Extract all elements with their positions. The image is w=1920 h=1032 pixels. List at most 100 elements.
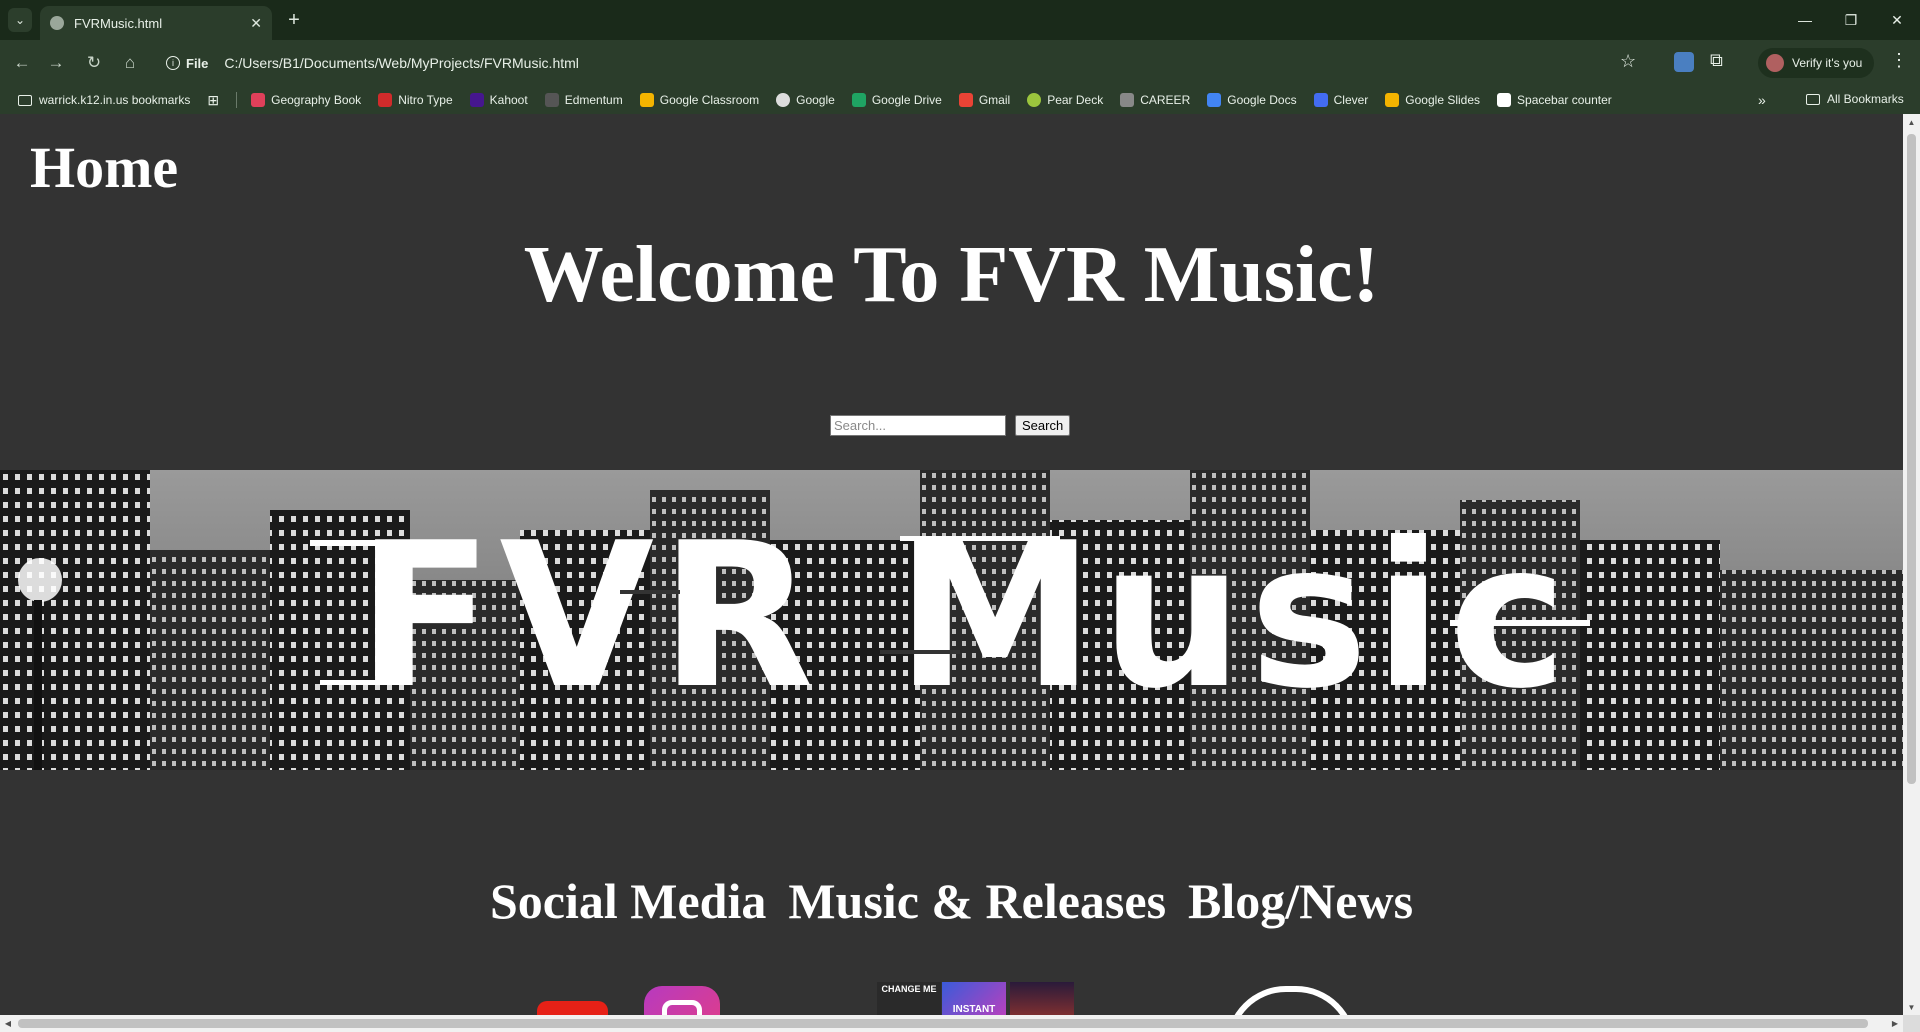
- bookmark-label: Nitro Type: [398, 93, 453, 107]
- vertical-scroll-thumb[interactable]: [1907, 134, 1916, 784]
- bookmark-label: Geography Book: [271, 93, 362, 107]
- browser-tab[interactable]: FVRMusic.html ✕: [40, 6, 272, 40]
- album-cover-third[interactable]: [1010, 982, 1074, 1015]
- bookmark-pear-deck[interactable]: Pear Deck: [1027, 93, 1103, 107]
- scroll-up-icon[interactable]: ▲: [1903, 114, 1920, 130]
- bookmark-gmail[interactable]: Gmail: [958, 93, 1011, 107]
- search-input[interactable]: [830, 415, 1006, 436]
- bookmark-label: Google Classroom: [659, 93, 760, 107]
- apps-grid-icon[interactable]: ⊞: [207, 92, 219, 109]
- bookmark-google-slides[interactable]: Google Slides: [1385, 93, 1480, 107]
- url-scheme: File: [186, 55, 209, 71]
- bookmark-kahoot[interactable]: Kahoot: [469, 93, 528, 107]
- bookmark-label: CAREER: [1140, 93, 1191, 107]
- bookmark-label: Clever: [1333, 93, 1369, 107]
- fvr-music-logo: FVR Music: [310, 500, 1590, 733]
- bookmark-label: Edmentum: [564, 93, 623, 107]
- browser-toolbar: ← → ↻ ⌂ i File C:/Users/B1/Documents/Web…: [0, 40, 1920, 86]
- all-bookmarks-label: All Bookmarks: [1827, 92, 1904, 106]
- bookmark-label: Pear Deck: [1047, 93, 1104, 107]
- scrollbar-corner: [1903, 1015, 1920, 1032]
- bookmark-label: Spacebar counter: [1517, 93, 1612, 107]
- search-form: Search: [830, 415, 1071, 436]
- all-bookmarks-button[interactable]: All Bookmarks: [1806, 92, 1904, 106]
- tab-strip: ⌄ FVRMusic.html ✕ + — ❐ ✕: [0, 0, 1920, 40]
- kahoot-icon: [469, 93, 484, 107]
- avatar: [1766, 54, 1784, 72]
- career-icon: [1120, 93, 1135, 107]
- vertical-scrollbar[interactable]: ▲ ▼: [1903, 114, 1920, 1015]
- scroll-left-icon[interactable]: ◀: [0, 1015, 16, 1032]
- bookmark-google[interactable]: Google: [776, 93, 835, 107]
- bookmark-star-icon[interactable]: ☆: [1620, 51, 1636, 72]
- edmentum-icon: [544, 93, 559, 107]
- bookmark-label: Kahoot: [489, 93, 528, 107]
- forward-icon[interactable]: →: [44, 51, 68, 75]
- bookmark-spacebar-counter[interactable]: Spacebar counter: [1497, 93, 1612, 107]
- profile-button[interactable]: Verify it's you: [1758, 48, 1875, 78]
- nav-social-media[interactable]: Social Media: [490, 872, 766, 930]
- scroll-right-icon[interactable]: ▶: [1887, 1015, 1903, 1032]
- nitro-type-icon: [378, 93, 393, 107]
- url-text[interactable]: C:/Users/B1/Documents/Web/MyProjects/FVR…: [224, 55, 579, 71]
- reload-icon[interactable]: ↻: [82, 51, 106, 75]
- bookmark-edmentum[interactable]: Edmentum: [544, 93, 623, 107]
- scroll-down-icon[interactable]: ▼: [1903, 999, 1920, 1015]
- bookmark-nitro-type[interactable]: Nitro Type: [378, 93, 453, 107]
- close-tab-icon[interactable]: ✕: [250, 15, 262, 32]
- fvr-music-banner: FVR Music: [0, 470, 1903, 770]
- home-icon[interactable]: ⌂: [118, 51, 142, 75]
- google-slides-icon: [1385, 93, 1400, 107]
- geography-book-icon: [251, 93, 266, 107]
- bookmark-google-docs[interactable]: Google Docs: [1207, 93, 1297, 107]
- instagram-icon[interactable]: [644, 986, 720, 1015]
- home-heading[interactable]: Home: [30, 134, 178, 201]
- globe-icon: [50, 16, 64, 30]
- bookmark-label: Google Docs: [1227, 93, 1297, 107]
- bookmark-folder-warrick[interactable]: warrick.k12.in.us bookmarks: [18, 93, 190, 107]
- bookmark-label: warrick.k12.in.us bookmarks: [39, 93, 191, 107]
- back-icon[interactable]: ←: [10, 51, 34, 75]
- bookmark-label: Google Slides: [1405, 93, 1481, 107]
- search-button[interactable]: Search: [1015, 415, 1071, 436]
- more-bookmarks-icon[interactable]: »: [1758, 92, 1766, 108]
- minimize-icon[interactable]: —: [1782, 0, 1828, 40]
- extension-icon[interactable]: [1674, 52, 1694, 72]
- horizontal-scroll-thumb[interactable]: [18, 1019, 1868, 1028]
- horizontal-scrollbar[interactable]: ◀ ▶: [0, 1015, 1903, 1032]
- instagram-ring: [662, 1000, 702, 1015]
- bookmark-google-drive[interactable]: Google Drive: [851, 93, 942, 107]
- window-controls: — ❐ ✕: [1782, 0, 1920, 40]
- tab-search-chevron-icon[interactable]: ⌄: [8, 8, 32, 32]
- tab-title: FVRMusic.html: [74, 15, 163, 31]
- bookmark-label: Gmail: [978, 93, 1011, 107]
- page-viewport: Home Welcome To FVR Music! Search... Sea…: [0, 114, 1903, 1015]
- youtube-icon[interactable]: [537, 1001, 608, 1015]
- welcome-heading: Welcome To FVR Music!: [523, 231, 1380, 319]
- close-window-icon[interactable]: ✕: [1874, 0, 1920, 40]
- google-classroom-icon: [639, 93, 654, 107]
- new-tab-button[interactable]: +: [282, 8, 306, 32]
- site-info-icon[interactable]: i: [166, 56, 180, 70]
- album-label: INSTANT: [952, 1004, 996, 1015]
- nav-music-releases[interactable]: Music & Releases: [788, 872, 1166, 930]
- bookmark-career[interactable]: CAREER: [1120, 93, 1190, 107]
- extensions-puzzle-icon[interactable]: ⧉: [1710, 50, 1723, 71]
- album-cover-change-me[interactable]: CHANGE ME: [877, 982, 941, 1015]
- bookmark-geography-book[interactable]: Geography Book: [251, 93, 361, 107]
- bookmark-label: Google: [796, 93, 835, 107]
- folder-icon: [18, 94, 32, 106]
- pear-deck-icon: [1027, 93, 1042, 107]
- menu-dots-icon[interactable]: ⋮: [1890, 50, 1908, 71]
- bookmark-clever[interactable]: Clever: [1313, 93, 1369, 107]
- nav-blog-news[interactable]: Blog/News: [1188, 872, 1413, 930]
- blog-news-icon[interactable]: [1226, 986, 1356, 1015]
- address-bar[interactable]: i File C:/Users/B1/Documents/Web/MyProje…: [156, 47, 1666, 79]
- spacebar-counter-icon: [1497, 93, 1512, 107]
- bookmark-google-classroom[interactable]: Google Classroom: [639, 93, 760, 107]
- clever-icon: [1313, 93, 1328, 107]
- restore-icon[interactable]: ❐: [1828, 0, 1874, 40]
- album-cover-instant[interactable]: INSTANT: [942, 982, 1006, 1015]
- folder-icon: [1806, 93, 1820, 105]
- profile-label: Verify it's you: [1792, 56, 1863, 70]
